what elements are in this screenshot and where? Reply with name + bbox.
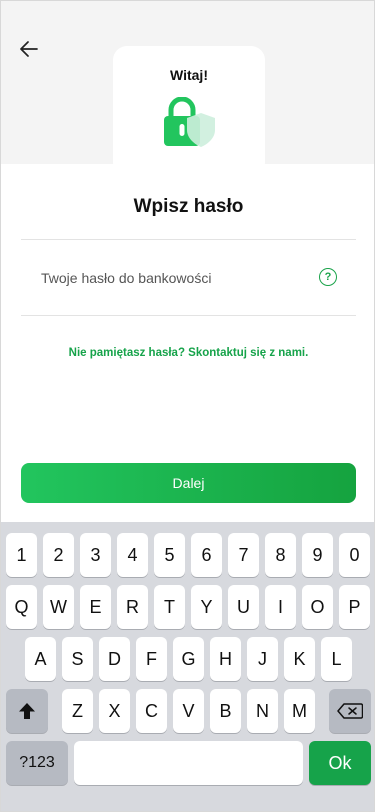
next-button[interactable]: Dalej — [21, 463, 356, 503]
key-i[interactable]: I — [265, 585, 296, 629]
key-d[interactable]: D — [99, 637, 130, 681]
key-u[interactable]: U — [228, 585, 259, 629]
backspace-icon — [337, 703, 363, 719]
key-r[interactable]: R — [117, 585, 148, 629]
help-icon[interactable]: ? — [319, 268, 337, 286]
keyboard: 1 2 3 4 5 6 7 8 9 0 Q W E R T Y U I O P … — [1, 522, 374, 811]
key-q[interactable]: Q — [6, 585, 37, 629]
password-field[interactable]: Twoje hasło do bankowości ? — [21, 241, 356, 315]
divider-top — [21, 239, 356, 240]
key-5[interactable]: 5 — [154, 533, 185, 577]
key-2[interactable]: 2 — [43, 533, 74, 577]
key-1[interactable]: 1 — [6, 533, 37, 577]
app-screen: Witaj! Wpisz hasło Twoje hasło do bankow… — [0, 0, 375, 812]
key-e[interactable]: E — [80, 585, 111, 629]
key-a[interactable]: A — [25, 637, 56, 681]
key-4[interactable]: 4 — [117, 533, 148, 577]
key-j[interactable]: J — [247, 637, 278, 681]
password-label: Twoje hasło do bankowości — [41, 270, 212, 286]
back-button[interactable] — [15, 37, 43, 61]
key-3[interactable]: 3 — [80, 533, 111, 577]
key-h[interactable]: H — [210, 637, 241, 681]
shift-key[interactable] — [6, 689, 48, 733]
key-v[interactable]: V — [173, 689, 204, 733]
arrow-left-icon — [20, 41, 38, 57]
key-6[interactable]: 6 — [191, 533, 222, 577]
key-w[interactable]: W — [43, 585, 74, 629]
key-8[interactable]: 8 — [265, 533, 296, 577]
ok-key[interactable]: Ok — [309, 741, 371, 785]
key-b[interactable]: B — [210, 689, 241, 733]
space-key[interactable] — [74, 741, 303, 785]
key-z[interactable]: Z — [62, 689, 93, 733]
shift-icon — [19, 703, 35, 719]
key-k[interactable]: K — [284, 637, 315, 681]
key-t[interactable]: T — [154, 585, 185, 629]
key-p[interactable]: P — [339, 585, 370, 629]
lock-shield-icon — [164, 97, 215, 147]
key-7[interactable]: 7 — [228, 533, 259, 577]
key-c[interactable]: C — [136, 689, 167, 733]
key-l[interactable]: L — [321, 637, 352, 681]
symbols-key[interactable]: ?123 — [6, 741, 68, 785]
key-y[interactable]: Y — [191, 585, 222, 629]
backspace-key[interactable] — [329, 689, 371, 733]
divider-bottom — [21, 315, 356, 316]
key-f[interactable]: F — [136, 637, 167, 681]
key-n[interactable]: N — [247, 689, 278, 733]
welcome-title: Witaj! — [170, 67, 208, 83]
key-o[interactable]: O — [302, 585, 333, 629]
page-heading: Wpisz hasło — [133, 196, 244, 217]
key-x[interactable]: X — [99, 689, 130, 733]
key-g[interactable]: G — [173, 637, 204, 681]
welcome-card: Witaj! — [113, 46, 265, 176]
key-s[interactable]: S — [62, 637, 93, 681]
key-9[interactable]: 9 — [302, 533, 333, 577]
forgot-password-link[interactable]: Nie pamiętasz hasła? Skontaktuj się z na… — [1, 347, 374, 359]
key-0[interactable]: 0 — [339, 533, 370, 577]
key-m[interactable]: M — [284, 689, 315, 733]
